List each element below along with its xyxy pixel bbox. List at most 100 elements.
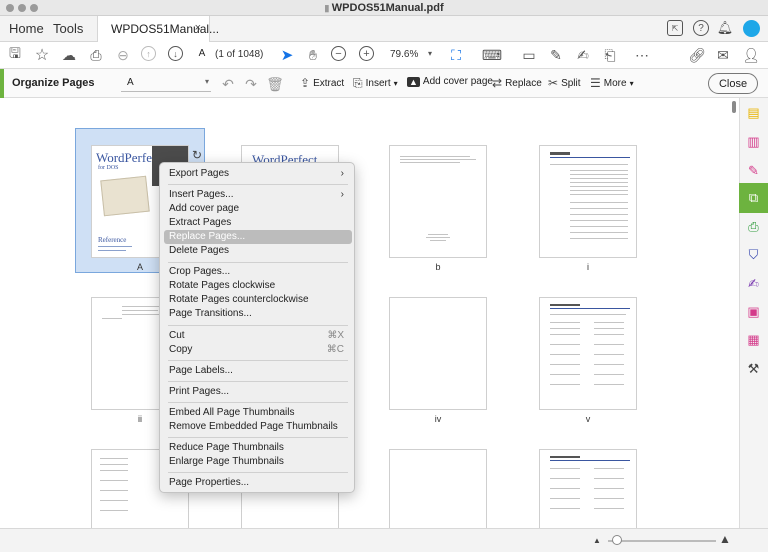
hand-icon[interactable]: ✋︎ <box>304 46 322 64</box>
trash-icon[interactable]: 🗑︎ <box>266 75 284 93</box>
cut-shortcut: ⌘X <box>327 330 344 341</box>
add-user-icon[interactable]: 👤︎ <box>742 46 760 64</box>
pdf-file-icon: ▮ <box>324 3 332 13</box>
fill-sign-tool-icon[interactable]: ✎ <box>745 162 762 179</box>
page-thumbnail-row3-4[interactable] <box>539 449 637 529</box>
menu-separator <box>168 262 348 263</box>
close-organize-button[interactable]: Close <box>708 73 758 94</box>
page-context-menu: Export Pages › Insert Pages... › Add cover… <box>159 162 355 493</box>
bell-icon[interactable]: 🔔︎ <box>717 20 734 36</box>
add-cover-page-button[interactable]: ▲ Add cover page <box>407 76 493 87</box>
menu-separator <box>168 184 348 185</box>
more-button[interactable]: ☰ More ▾ <box>590 76 634 90</box>
cloud-upload-icon[interactable]: ☁︎ <box>60 46 78 64</box>
tab-home[interactable]: Home <box>9 21 44 36</box>
insert-button[interactable]: ⎘ Insert ▾ <box>353 76 398 91</box>
minus-icon[interactable]: − <box>331 46 346 61</box>
organize-pages-icon[interactable]: ⧉ <box>745 189 762 206</box>
fit-page-icon[interactable]: ⛶ <box>447 46 465 64</box>
page-thumbnail-iv[interactable] <box>389 297 487 410</box>
protect-shield-icon[interactable]: ⛉ <box>745 246 762 263</box>
tab-tools[interactable]: Tools <box>53 21 83 36</box>
menu-page-labels[interactable]: Page Labels... <box>164 364 352 378</box>
menu-delete-pages[interactable]: Delete Pages <box>164 244 352 258</box>
link-icon[interactable]: 🔗︎ <box>688 46 706 64</box>
scrollbar-thumb[interactable] <box>732 101 736 113</box>
more-label: More <box>603 77 627 89</box>
menu-insert-pages[interactable]: Insert Pages... › <box>164 188 352 202</box>
zoom-dropdown[interactable]: 79.6% ▾ <box>387 47 435 63</box>
cover-page-icon: ▲ <box>407 76 420 87</box>
plus-icon[interactable]: + <box>359 46 374 61</box>
slider-knob[interactable] <box>612 535 622 545</box>
cursor-icon[interactable]: ➤ <box>278 46 296 64</box>
print-production-icon[interactable]: ⎙ <box>745 218 762 235</box>
menu-rotate-counterclockwise[interactable]: Rotate Pages counterclockwise <box>164 293 352 307</box>
menu-separator <box>168 381 348 382</box>
menu-cut[interactable]: Cut ⌘X <box>164 329 352 343</box>
vertical-scrollbar[interactable] <box>731 98 739 528</box>
arrow-down-icon[interactable]: ↓ <box>168 46 183 61</box>
comment-tool-icon[interactable]: ▤ <box>745 104 762 121</box>
request-signature-icon[interactable]: ✍︎ <box>745 275 762 292</box>
tool-accent-strip <box>0 69 4 98</box>
menu-rotate-clockwise[interactable]: Rotate Pages clockwise <box>164 279 352 293</box>
page-thumbnail-i[interactable] <box>539 145 637 258</box>
export-pdf-icon[interactable]: ▣ <box>745 303 762 320</box>
menu-enlarge-thumbnails[interactable]: Enlarge Page Thumbnails <box>164 455 352 469</box>
email-icon[interactable]: ✉︎ <box>714 46 732 64</box>
menu-add-cover-page[interactable]: Add cover page <box>164 202 352 216</box>
small-thumbnail-icon[interactable]: ▲ <box>592 535 602 545</box>
menu-replace-pages[interactable]: Replace Pages... <box>164 230 352 244</box>
edit-pdf-icon[interactable]: ▥ <box>745 133 762 150</box>
print-icon[interactable]: ⎙ <box>87 46 105 64</box>
highlight-pen-icon[interactable]: ✎ <box>547 46 565 64</box>
rotate-icon[interactable]: ↻ <box>190 148 204 162</box>
undo-icon[interactable]: ↶ <box>219 75 237 93</box>
large-thumbnail-icon[interactable]: ▲ <box>717 532 733 546</box>
add-cover-label: Add cover page <box>422 76 493 87</box>
scroll-mode-icon[interactable]: ⌨︎ <box>482 46 502 64</box>
menu-print-pages[interactable]: Print Pages... <box>164 385 352 399</box>
thumbnail-label-iv: iv <box>434 414 442 424</box>
submenu-arrow-icon: › <box>340 189 344 200</box>
thumbnail-size-slider[interactable] <box>608 540 716 542</box>
page-thumbnail-v[interactable] <box>539 297 637 410</box>
split-button[interactable]: ✂ Split <box>548 76 581 90</box>
redo-icon[interactable]: ↷ <box>242 75 260 93</box>
comment-icon[interactable]: ▭ <box>520 46 538 64</box>
page-thumbnail-b[interactable] <box>389 145 487 258</box>
menu-page-transitions[interactable]: Page Transitions... <box>164 307 352 321</box>
menu-embed-thumbnails[interactable]: Embed All Page Thumbnails <box>164 406 352 420</box>
star-icon[interactable]: ☆ <box>33 46 51 64</box>
menu-crop-pages[interactable]: Crop Pages... <box>164 265 352 279</box>
page-thumbnail-row3-3[interactable] <box>389 449 487 529</box>
replace-label: Replace <box>505 77 542 89</box>
fill-sign-icon[interactable]: ⎗ <box>601 46 619 64</box>
search-minus-icon[interactable]: ⊖ <box>114 46 132 64</box>
account-avatar[interactable] <box>743 20 760 37</box>
more-tools-icon[interactable]: ⋯ <box>633 46 651 64</box>
menu-reduce-thumbnails[interactable]: Reduce Page Thumbnails <box>164 441 352 455</box>
insert-icon: ⎘ <box>353 76 363 90</box>
help-icon[interactable]: ? <box>693 20 709 36</box>
sign-icon[interactable]: ✍︎ <box>574 46 592 64</box>
arrow-up-icon[interactable]: ↑ <box>141 46 156 61</box>
menu-extract-pages[interactable]: Extract Pages <box>164 216 352 230</box>
chevron-down-icon: ▾ <box>393 79 398 88</box>
replace-button[interactable]: ⇄ Replace <box>492 76 542 90</box>
more-tools-rail-icon[interactable]: ⚒︎ <box>745 360 762 377</box>
menu-page-properties[interactable]: Page Properties... <box>164 476 352 490</box>
page-number-input[interactable]: A <box>193 48 211 63</box>
menu-remove-embedded-thumbnails[interactable]: Remove Embedded Page Thumbnails <box>164 420 352 434</box>
tab-document[interactable]: WPDOS51Manual... × <box>97 16 219 43</box>
close-tab-icon[interactable]: × <box>195 22 201 34</box>
share-screen-icon[interactable]: ⇱ <box>667 20 683 36</box>
create-pdf-icon[interactable]: ▦ <box>745 331 762 348</box>
save-icon[interactable]: 🖫︎ <box>6 45 24 64</box>
menu-export-pages[interactable]: Export Pages › <box>164 167 352 181</box>
page-range-select[interactable]: A ▾ <box>121 74 211 92</box>
menu-copy[interactable]: Copy ⌘C <box>164 343 352 357</box>
extract-button[interactable]: ⇪ Extract <box>300 76 344 90</box>
more-options-icon: ☰ <box>590 76 601 90</box>
